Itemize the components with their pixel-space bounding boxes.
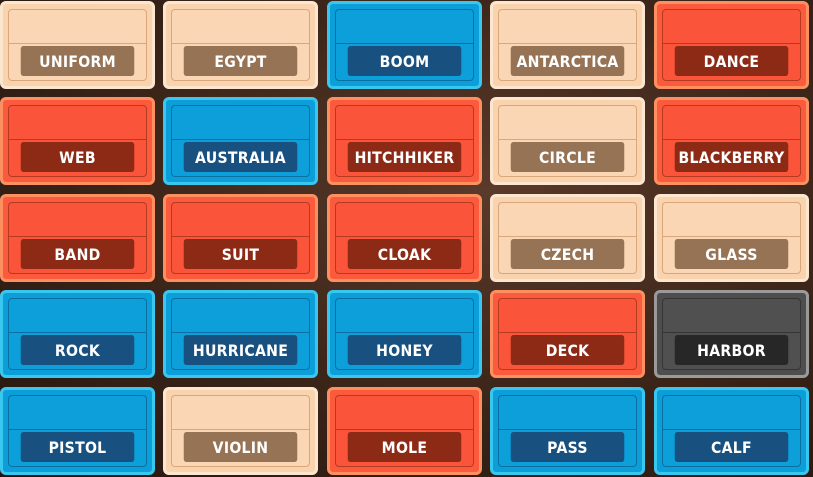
word-card-egypt[interactable]: EGYPT [163,1,318,89]
game-board: UNIFORM EGYPT BOOM ANTARCTICA DANCE WEB AUSTRA… [0,0,813,477]
card-word-label: PISTOL [20,432,135,462]
word-card-dance[interactable]: DANCE [654,1,809,89]
word-card-blackberry[interactable]: BLACKBERRY [654,97,809,185]
word-card-mole[interactable]: MOLE [327,387,482,475]
card-word-label: WEB [20,142,135,172]
word-card-calf[interactable]: CALF [654,387,809,475]
card-word-label: DANCE [674,46,789,76]
card-divider [172,332,309,333]
card-divider [9,139,146,140]
card-divider [663,429,800,430]
word-card-rock[interactable]: ROCK [0,290,155,378]
card-divider [499,43,636,44]
card-divider [336,429,473,430]
card-divider [663,332,800,333]
card-word-label: DECK [510,335,625,365]
card-word-label: HITCHHIKER [347,142,462,172]
card-divider [663,43,800,44]
card-divider [499,429,636,430]
card-divider [499,332,636,333]
card-word-label: GLASS [674,239,789,269]
word-card-hurricane[interactable]: HURRICANE [163,290,318,378]
card-word-label: CLOAK [347,239,462,269]
card-divider [663,139,800,140]
card-word-label: UNIFORM [20,46,135,76]
card-word-label: VIOLIN [183,432,298,462]
card-word-label: HURRICANE [183,335,298,365]
word-card-circle[interactable]: CIRCLE [490,97,645,185]
card-word-label: ANTARCTICA [510,46,625,76]
word-card-glass[interactable]: GLASS [654,194,809,282]
card-word-label: MOLE [347,432,462,462]
card-divider [172,236,309,237]
word-card-pass[interactable]: PASS [490,387,645,475]
card-divider [499,236,636,237]
word-card-deck[interactable]: DECK [490,290,645,378]
word-card-australia[interactable]: AUSTRALIA [163,97,318,185]
card-word-label: PASS [510,432,625,462]
card-divider [172,43,309,44]
card-divider [663,236,800,237]
card-word-label: CIRCLE [510,142,625,172]
card-divider [336,332,473,333]
word-card-web[interactable]: WEB [0,97,155,185]
card-divider [336,43,473,44]
card-word-label: BAND [20,239,135,269]
word-card-hitchhiker[interactable]: HITCHHIKER [327,97,482,185]
word-card-violin[interactable]: VIOLIN [163,387,318,475]
card-divider [9,43,146,44]
card-divider [172,429,309,430]
word-card-harbor[interactable]: HARBOR [654,290,809,378]
card-divider [336,139,473,140]
word-card-boom[interactable]: BOOM [327,1,482,89]
word-card-cloak[interactable]: CLOAK [327,194,482,282]
card-divider [9,429,146,430]
card-word-label: CZECH [510,239,625,269]
card-word-label: EGYPT [183,46,298,76]
card-word-label: BLACKBERRY [674,142,789,172]
word-card-pistol[interactable]: PISTOL [0,387,155,475]
card-divider [172,139,309,140]
word-card-antarctica[interactable]: ANTARCTICA [490,1,645,89]
word-card-band[interactable]: BAND [0,194,155,282]
card-divider [336,236,473,237]
card-word-label: CALF [674,432,789,462]
word-card-czech[interactable]: CZECH [490,194,645,282]
card-word-label: HARBOR [674,335,789,365]
card-word-label: AUSTRALIA [183,142,298,172]
word-card-uniform[interactable]: UNIFORM [0,1,155,89]
word-card-honey[interactable]: HONEY [327,290,482,378]
card-word-label: BOOM [347,46,462,76]
word-card-suit[interactable]: SUIT [163,194,318,282]
card-divider [499,139,636,140]
card-divider [9,332,146,333]
card-word-label: ROCK [20,335,135,365]
card-word-label: HONEY [347,335,462,365]
card-word-label: SUIT [183,239,298,269]
card-divider [9,236,146,237]
